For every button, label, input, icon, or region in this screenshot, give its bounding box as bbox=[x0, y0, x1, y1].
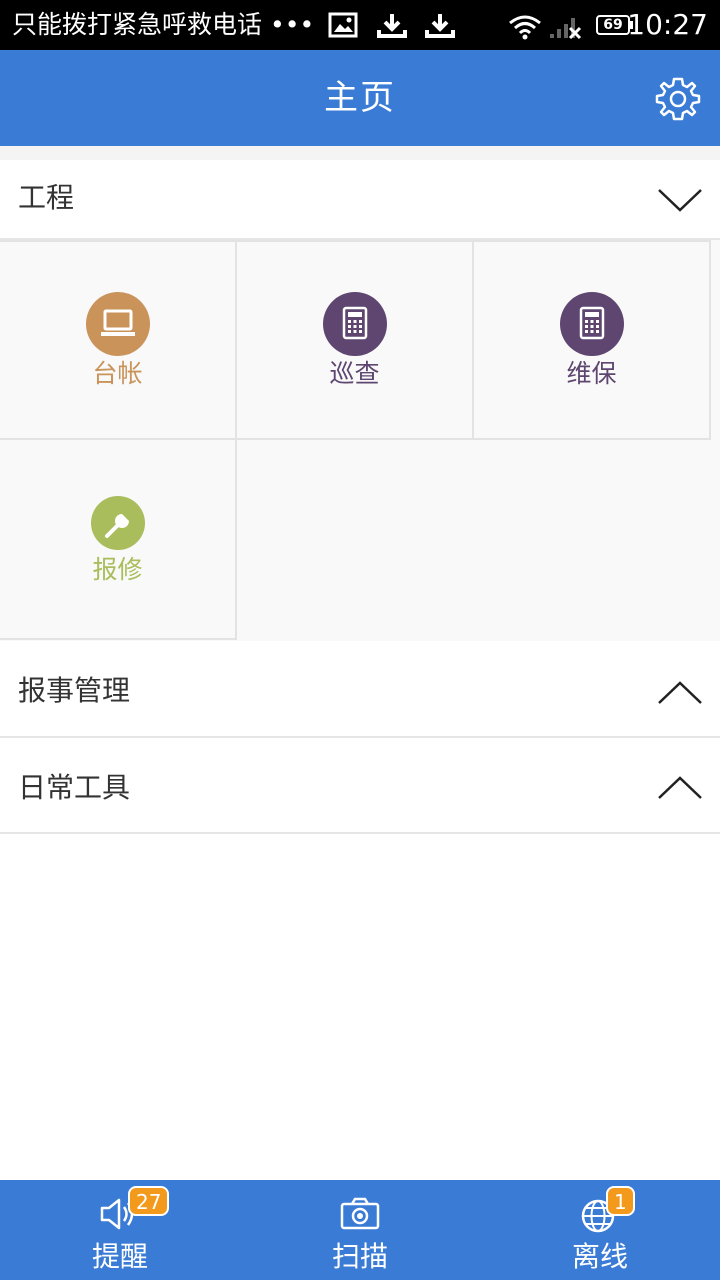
section-header-engineering[interactable]: 工程 bbox=[0, 160, 720, 240]
grid-item-label: 巡查 bbox=[329, 359, 380, 388]
status-bar: 只能拨打紧急呼救电话 ••• 69 10:27 bbox=[0, 0, 720, 50]
signal-icon bbox=[550, 18, 582, 40]
grid-item-label: 报修 bbox=[92, 555, 143, 584]
nav-item-reminders[interactable]: 27 提醒 bbox=[0, 1180, 240, 1280]
section-label: 日常工具 bbox=[18, 771, 131, 804]
grid-item-inspection[interactable]: 巡查 bbox=[237, 240, 474, 440]
bottom-nav: 27 提醒 扫描 1 离线 bbox=[0, 1180, 720, 1280]
nav-item-scan[interactable]: 扫描 bbox=[240, 1180, 480, 1280]
calculator-icon bbox=[559, 292, 624, 356]
section-label: 工程 bbox=[18, 181, 75, 214]
offline-badge: 1 bbox=[606, 1186, 635, 1216]
app-header: 主页 bbox=[0, 50, 720, 146]
grid-item-label: 维保 bbox=[566, 359, 617, 388]
nav-label: 提醒 bbox=[91, 1240, 148, 1273]
grid-item-maintenance[interactable]: 维保 bbox=[474, 240, 711, 440]
chevron-down-icon bbox=[658, 189, 702, 212]
download-icon bbox=[377, 14, 407, 38]
section-header-report-management[interactable]: 报事管理 bbox=[0, 641, 720, 738]
calculator-icon bbox=[322, 292, 387, 356]
grid-item-ledger[interactable]: 台帐 bbox=[0, 240, 237, 440]
page-title: 主页 bbox=[324, 78, 396, 118]
reminders-badge: 27 bbox=[128, 1186, 170, 1216]
grid-item-label: 台帐 bbox=[92, 359, 143, 388]
status-notification-text: 只能拨打紧急呼救电话 ••• bbox=[12, 10, 315, 39]
camera-icon bbox=[340, 1197, 380, 1230]
download-icon bbox=[425, 14, 455, 38]
chevron-up-icon bbox=[658, 681, 702, 704]
gear-icon[interactable] bbox=[654, 75, 702, 123]
nav-label: 离线 bbox=[571, 1240, 628, 1273]
section-header-daily-tools[interactable]: 日常工具 bbox=[0, 738, 720, 834]
laptop-icon bbox=[85, 292, 150, 356]
section-divider bbox=[0, 146, 720, 160]
image-icon bbox=[328, 12, 358, 38]
section-label: 报事管理 bbox=[18, 674, 131, 707]
wifi-icon bbox=[509, 15, 541, 40]
battery-indicator: 69 bbox=[596, 15, 633, 35]
nav-item-offline[interactable]: 1 离线 bbox=[480, 1180, 720, 1280]
nav-label: 扫描 bbox=[331, 1240, 388, 1273]
engineering-grid: 台帐 巡查 维保 报修 bbox=[0, 240, 720, 641]
chevron-up-icon bbox=[658, 776, 702, 799]
status-time: 10:27 bbox=[627, 8, 708, 41]
wrench-icon bbox=[90, 496, 145, 550]
grid-item-repair[interactable]: 报修 bbox=[0, 440, 237, 640]
